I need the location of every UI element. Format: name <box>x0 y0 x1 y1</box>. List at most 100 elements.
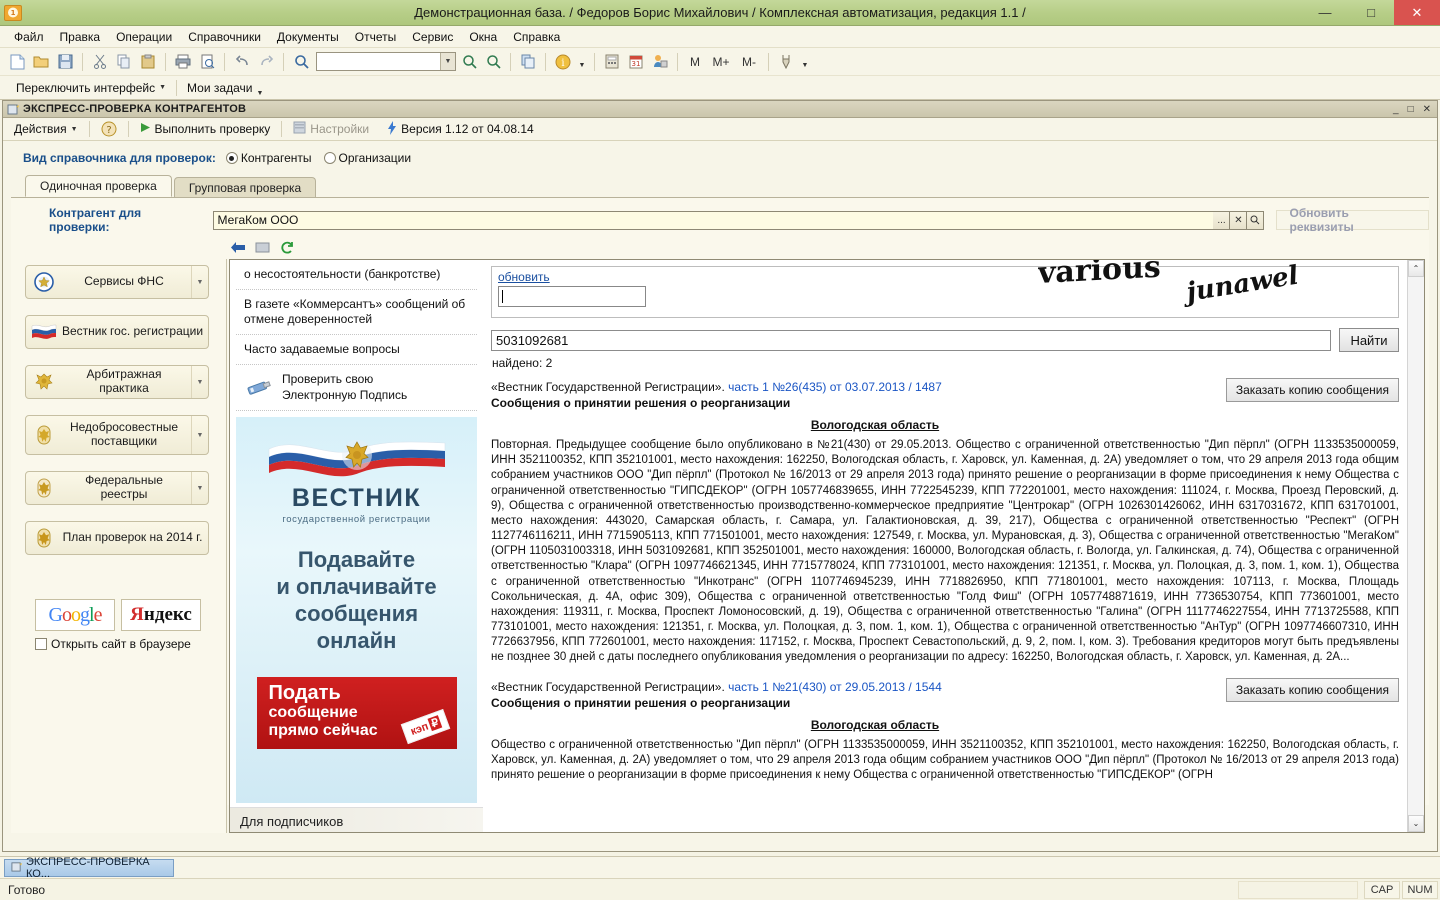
site-menu-item-kommersant[interactable]: В газете «Коммерсантъ» сообщений об отме… <box>236 290 477 335</box>
copy-icon[interactable] <box>113 51 135 73</box>
memory-mminus-button[interactable]: M- <box>736 51 762 73</box>
taskbar-button-express-check[interactable]: ЭКСПРЕСС-ПРОВЕРКА КО... <box>4 856 174 880</box>
mdi-close-button[interactable]: ✕ <box>1423 104 1431 115</box>
scroll-up-icon[interactable]: ⌃ <box>1408 260 1424 277</box>
browser-vertical-scrollbar[interactable]: ⌃ ⌄ <box>1407 260 1424 832</box>
chevron-down-icon[interactable]: ▼ <box>191 472 208 504</box>
minimize-button[interactable]: — <box>1302 0 1348 25</box>
site-search-button[interactable]: Найти <box>1339 328 1399 352</box>
clear-field-button[interactable]: ✕ <box>1230 210 1248 230</box>
eagle-emblem-icon <box>31 476 57 500</box>
mdi-maximize-button[interactable]: □ <box>1408 104 1414 115</box>
settings-button[interactable]: Настройки <box>288 120 374 138</box>
actions-button[interactable]: Действия ▼ <box>9 121 83 137</box>
back-arrow-icon[interactable] <box>229 240 246 255</box>
new-document-icon[interactable] <box>6 51 28 73</box>
chevron-down-icon[interactable]: ▼ <box>191 366 208 398</box>
result-1-link[interactable]: часть 1 №26(435) от 03.07.2013 / 1487 <box>728 380 942 394</box>
mdi-minimize-button[interactable]: _ <box>1393 104 1399 115</box>
scroll-down-icon[interactable]: ⌄ <box>1408 815 1424 832</box>
sidebar-item-federal-registries[interactable]: Федеральные реестры ▼ <box>25 471 209 505</box>
chevron-down-icon[interactable]: ▼ <box>71 126 78 133</box>
print-preview-icon[interactable] <box>196 51 218 73</box>
run-check-button[interactable]: Выполнить проверку <box>135 121 276 137</box>
site-menu-item-faq[interactable]: Часто задаваемые вопросы <box>236 335 477 365</box>
menu-item-help[interactable]: Справка <box>505 28 568 46</box>
captcha-input[interactable] <box>498 286 646 307</box>
contractor-input[interactable]: МегаКом ООО <box>212 210 1215 230</box>
select-ellipsis-button[interactable]: ... <box>1213 210 1231 230</box>
refresh-details-button[interactable]: Обновить реквизиты <box>1276 206 1429 234</box>
subscribers-link[interactable]: Для подписчиков <box>230 807 483 832</box>
sidebar-item-unfair-suppliers[interactable]: Недобросовестные поставщики ▼ <box>25 415 209 455</box>
banner-cta-button[interactable]: Подать сообщение прямо сейчас кэп₽ <box>256 676 457 749</box>
sidebar-item-fns-services[interactable]: Сервисы ФНС ▼ <box>25 265 209 299</box>
menu-item-file[interactable]: Файл <box>6 28 52 46</box>
site-menu-item-check-signature[interactable]: Проверить свою Электронную Подпись <box>236 365 477 412</box>
open-lookup-icon[interactable] <box>1247 210 1265 230</box>
calculator-icon[interactable] <box>601 51 623 73</box>
chevron-down-icon[interactable]: ▼ <box>191 266 208 298</box>
menu-item-edit[interactable]: Правка <box>52 28 109 46</box>
tab-group-check[interactable]: Групповая проверка <box>173 177 317 197</box>
chevron-down-icon[interactable]: ▼ <box>191 416 208 454</box>
reload-icon[interactable] <box>279 240 296 255</box>
duplicate-icon[interactable] <box>517 51 539 73</box>
site-search-input[interactable]: 5031092681 <box>491 329 1331 351</box>
redo-icon[interactable] <box>255 51 277 73</box>
help-button[interactable]: ? <box>96 120 122 138</box>
memory-m-button[interactable]: M <box>684 51 706 73</box>
info-dropdown-icon[interactable]: ▼ <box>576 51 588 73</box>
calendar-icon[interactable]: 31 <box>625 51 647 73</box>
sidebar-item-vestnik[interactable]: Вестник гос. регистрации <box>25 315 209 349</box>
chevron-down-icon[interactable]: ▼ <box>256 90 263 97</box>
menu-item-operations[interactable]: Операции <box>108 28 180 46</box>
cut-icon[interactable] <box>89 51 111 73</box>
chevron-down-icon[interactable]: ▼ <box>159 84 166 91</box>
maximize-button[interactable]: □ <box>1348 0 1394 25</box>
search-next-icon[interactable] <box>458 51 480 73</box>
check-signature-line1: Проверить свою <box>282 372 374 386</box>
site-menu-item-bankruptcy[interactable]: о несостоятельности (банкротстве) <box>236 260 477 290</box>
save-icon[interactable] <box>54 51 76 73</box>
info-icon[interactable]: i <box>552 51 574 73</box>
menu-item-catalogs[interactable]: Справочники <box>180 28 269 46</box>
result-2-link[interactable]: часть 1 №21(430) от 29.05.2013 / 1544 <box>728 680 942 694</box>
google-button[interactable]: Google <box>35 599 115 631</box>
user-settings-icon[interactable] <box>649 51 671 73</box>
close-button[interactable]: ✕ <box>1394 0 1440 25</box>
vestnik-ad-banner[interactable]: ВЕСТНИК государственной регистрации Пода… <box>236 417 477 804</box>
stop-icon[interactable] <box>254 240 271 255</box>
menu-item-windows[interactable]: Окна <box>461 28 505 46</box>
tab-single-check[interactable]: Одиночная проверка <box>25 175 172 197</box>
undo-icon[interactable] <box>231 51 253 73</box>
tools-wrench-icon[interactable] <box>775 51 797 73</box>
scroll-track[interactable] <box>1408 277 1424 815</box>
radio-organizations[interactable]: Организации <box>323 151 411 165</box>
result-1-order-copy-button[interactable]: Заказать копию сообщения <box>1225 378 1399 402</box>
menu-item-service[interactable]: Сервис <box>404 28 461 46</box>
radio-counterparties[interactable]: Контрагенты <box>225 151 312 165</box>
sidebar-item-arbitration[interactable]: Арбитражная практика ▼ <box>25 365 209 399</box>
tools-dropdown-icon[interactable]: ▼ <box>799 51 811 73</box>
toolbar-search-combo[interactable]: ▼ <box>316 52 456 71</box>
svg-text:31: 31 <box>632 60 641 68</box>
print-icon[interactable] <box>172 51 194 73</box>
search-prev-icon[interactable] <box>482 51 504 73</box>
sidebar-item-inspection-plan[interactable]: План проверок на 2014 г. <box>25 521 209 555</box>
open-in-browser-checkbox[interactable] <box>35 638 47 650</box>
captcha-refresh-link[interactable]: обновить <box>498 270 550 284</box>
open-in-browser-row[interactable]: Открыть сайт в браузере <box>35 637 226 651</box>
switch-interface-button[interactable]: Переключить интерфейс ▼ <box>10 79 172 97</box>
memory-mplus-button[interactable]: M+ <box>708 51 734 73</box>
yandex-button[interactable]: Яндекс <box>121 599 201 631</box>
chevron-down-icon[interactable]: ▼ <box>440 53 455 70</box>
result-2-order-copy-button[interactable]: Заказать копию сообщения <box>1225 677 1399 702</box>
menu-item-documents[interactable]: Документы <box>269 28 347 46</box>
menu-item-reports[interactable]: Отчеты <box>347 28 404 46</box>
search-icon[interactable] <box>290 51 312 73</box>
my-tasks-button[interactable]: Мои задачи ▼ <box>181 79 269 98</box>
paste-icon[interactable] <box>137 51 159 73</box>
open-folder-icon[interactable] <box>30 51 52 73</box>
memory-mminus-label: M- <box>742 54 756 69</box>
